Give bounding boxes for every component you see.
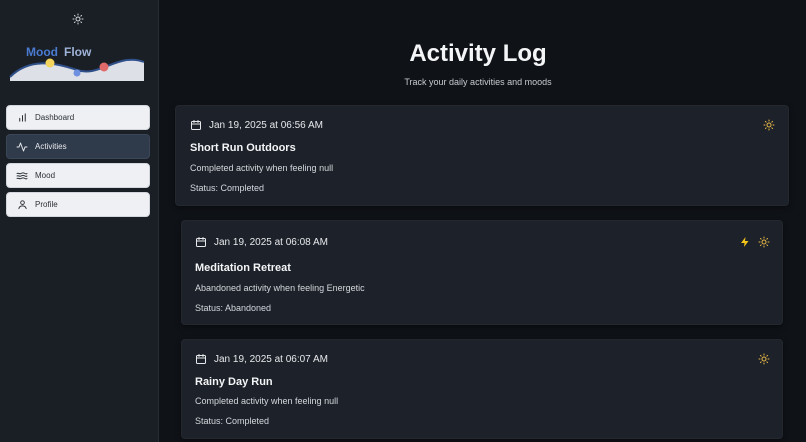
logo-dot-blue [73,69,81,77]
sun-icon [763,119,775,131]
activity-title: Rainy Day Run [195,376,273,388]
logo-dot-yellow [45,58,55,68]
user-icon [16,199,28,211]
activity-title: Meditation Retreat [195,262,291,274]
sun-icon [758,353,770,365]
activity-card[interactable]: Jan 19, 2025 at 06:07 AM Rainy Day Run C… [181,339,783,439]
sidebar: Mood Flow Dashboard Activities Mood Prof… [0,0,159,442]
activity-date: Jan 19, 2025 at 06:08 AM [195,236,328,248]
mood-icons [763,119,775,131]
theme-toggle-sun-icon[interactable] [70,11,86,27]
activity-date: Jan 19, 2025 at 06:56 AM [190,119,323,131]
activity-date-text: Jan 19, 2025 at 06:07 AM [214,353,328,365]
activity-description: Abandoned activity when feeling Energeti… [195,283,365,293]
activity-title: Short Run Outdoors [190,142,296,154]
mood-icons [739,236,770,248]
activity-date-text: Jan 19, 2025 at 06:08 AM [214,236,328,248]
calendar-icon [195,236,207,248]
main-content: Activity Log Track your daily activities… [160,0,806,442]
calendar-icon [195,353,207,365]
sidebar-item-activities[interactable]: Activities [6,134,150,159]
page-title: Activity Log [409,40,547,67]
logo-dot-red [99,62,109,72]
activity-date-text: Jan 19, 2025 at 06:56 AM [209,119,323,131]
logo: Mood Flow [9,40,146,84]
sidebar-item-profile[interactable]: Profile [6,192,150,217]
logo-text-flow: Flow [64,45,92,59]
bar-chart-icon [16,112,28,124]
lightning-icon [739,236,751,248]
calendar-icon [190,119,202,131]
activity-pulse-icon [16,141,28,153]
activity-status: Status: Completed [195,416,270,426]
activity-description: Completed activity when feeling null [195,396,339,406]
activity-status: Status: Completed [190,183,265,193]
sun-icon [758,236,770,248]
sidebar-item-label: Dashboard [35,113,75,122]
activity-description: Completed activity when feeling null [190,163,334,173]
sidebar-nav: Dashboard Activities Mood Profile [6,105,150,221]
activity-card[interactable]: Jan 19, 2025 at 06:08 AM Meditation Retr… [181,220,783,325]
activity-card[interactable]: Jan 19, 2025 at 06:56 AM Short Run Outdo… [175,105,789,206]
page-subtitle: Track your daily activities and moods [404,77,552,87]
activity-status: Status: Abandoned [195,303,272,313]
mood-icons [758,353,770,365]
activity-date: Jan 19, 2025 at 06:07 AM [195,353,328,365]
logo-text-mood: Mood [26,45,58,59]
sidebar-item-label: Profile [35,200,58,209]
sidebar-item-label: Activities [35,142,67,151]
sidebar-item-label: Mood [35,171,56,180]
waves-icon [16,170,28,182]
sidebar-item-dashboard[interactable]: Dashboard [6,105,150,130]
sidebar-item-mood[interactable]: Mood [6,163,150,188]
